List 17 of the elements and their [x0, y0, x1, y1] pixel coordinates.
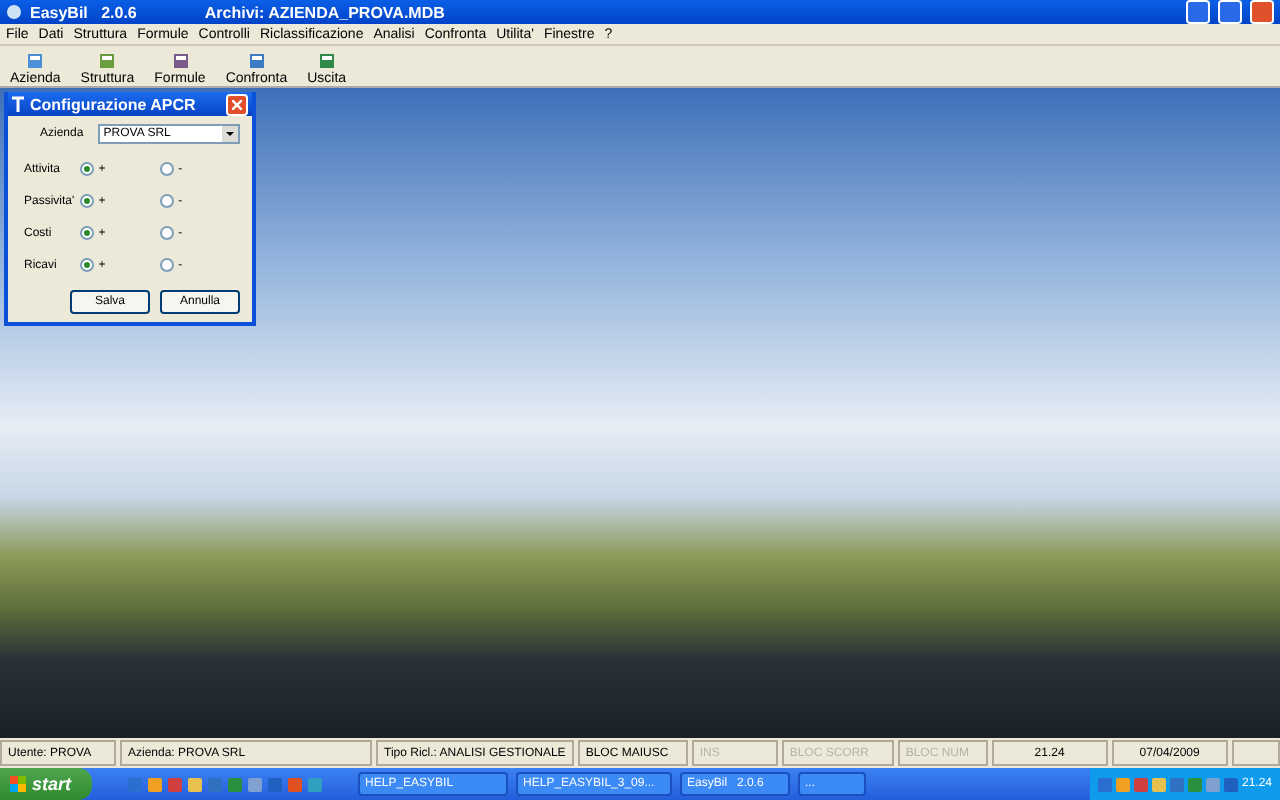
- close-icon: [232, 99, 242, 109]
- document-icon: [171, 52, 189, 70]
- start-button[interactable]: start: [0, 768, 92, 800]
- app-title: EasyBil 2.0.6: [30, 3, 137, 21]
- file-title: Archivi: AZIENDA_PROVA.MDB: [204, 3, 445, 21]
- dropdown-arrow-icon: [222, 126, 238, 142]
- windows-logo-icon: [10, 776, 26, 792]
- document-icon: [26, 52, 45, 70]
- dialog-title: Configurazione APCR: [30, 95, 196, 113]
- close-button[interactable]: [226, 93, 248, 115]
- window-icon: [247, 52, 266, 70]
- pin-icon: [12, 96, 24, 112]
- minimize-button[interactable]: [1186, 0, 1210, 24]
- document-icon: [98, 52, 117, 70]
- close-button[interactable]: [1250, 0, 1274, 24]
- app-icon: [6, 4, 22, 20]
- restore-button[interactable]: [1218, 0, 1242, 24]
